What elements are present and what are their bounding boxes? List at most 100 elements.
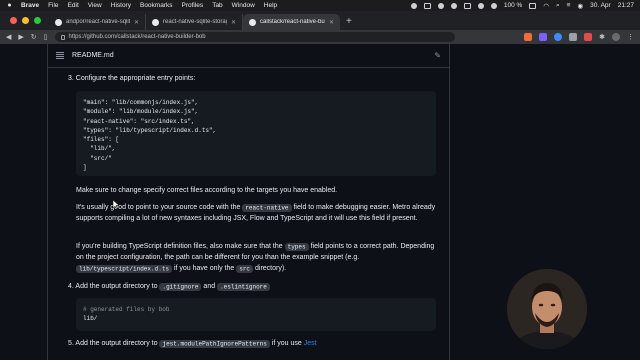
inline-code: jest.modulePathIgnorePatterns	[159, 339, 270, 348]
inline-code: react-native	[242, 203, 292, 212]
inline-code: types	[284, 242, 309, 251]
menu-window[interactable]: Window	[232, 2, 255, 9]
menu-edit[interactable]: Edit	[68, 2, 79, 9]
brave-rewards-icon[interactable]	[539, 33, 548, 41]
zoom-window-icon[interactable]	[34, 17, 41, 24]
menu-profiles[interactable]: Profiles	[182, 2, 204, 9]
text-run: It's usually good to point to your sourc…	[76, 204, 243, 211]
github-icon	[55, 18, 62, 26]
status-item-icon[interactable]	[463, 2, 471, 9]
extension-icon[interactable]	[569, 33, 578, 41]
text-run: if you have only the	[172, 265, 237, 272]
text-run: directory).	[253, 265, 287, 272]
lock-icon[interactable]	[60, 34, 65, 40]
step-text: Configure the appropriate entry points:	[75, 75, 196, 82]
outline-list-icon[interactable]	[56, 51, 64, 60]
text-run: If you're building TypeScript definition…	[76, 243, 285, 250]
menu-bookmarks[interactable]: Bookmarks	[140, 2, 173, 9]
profile-avatar[interactable]	[612, 33, 620, 41]
menu-brave[interactable]: Brave	[21, 2, 39, 9]
forward-icon[interactable]: ▶	[18, 33, 23, 41]
menu-kebab-icon[interactable]: ⋮	[627, 33, 634, 41]
wifi-icon[interactable]: ◠	[543, 2, 549, 10]
step-number: 3.	[68, 75, 74, 82]
github-icon	[249, 18, 256, 26]
close-tab-icon[interactable]: ✕	[231, 19, 236, 26]
inline-code: .gitignore	[159, 282, 202, 291]
new-tab-button[interactable]: +	[340, 16, 358, 30]
tab-builder-bob[interactable]: callstack/react-native-builder-b ✕	[243, 14, 340, 30]
reload-icon[interactable]: ↻	[31, 33, 37, 41]
browser-toolbar: ◀ ▶ ↻ ▯ https://github.com/callstack/rea…	[0, 30, 640, 44]
address-bar[interactable]: https://github.com/callstack/react-nativ…	[54, 32, 455, 42]
inline-code: src	[236, 264, 254, 273]
back-icon[interactable]: ◀	[6, 33, 11, 41]
code-line: lib/	[83, 315, 98, 323]
apple-icon[interactable]: ●	[6, 2, 13, 9]
text-run: and	[201, 283, 218, 290]
gitignore-code-block[interactable]: # generated files by bob lib/	[76, 298, 436, 331]
menu-bar-status-area: 100 % ◠ ⌕ ≡ ◉ 30. Apr 21:27	[410, 2, 634, 10]
tab-label: callstack/react-native-builder-b	[260, 19, 325, 25]
inline-code: lib/typescript/index.d.ts	[76, 264, 173, 273]
jest-link[interactable]: Jest	[304, 340, 317, 347]
readme-title: README.md	[72, 52, 114, 59]
extension-icon[interactable]	[584, 33, 593, 41]
close-tab-icon[interactable]: ✕	[329, 19, 334, 26]
code-comment: # generated files by bob	[83, 306, 170, 313]
tab-sqlite-storage-2[interactable]: react-native-sqlite-storage/sqlite ✕	[146, 14, 243, 30]
status-item-icon[interactable]	[450, 2, 457, 9]
status-item-icon[interactable]	[437, 2, 444, 9]
menu-view[interactable]: View	[88, 2, 102, 9]
menu-file[interactable]: File	[48, 2, 58, 9]
menu-tab[interactable]: Tab	[212, 2, 222, 9]
extension-icon[interactable]	[554, 33, 563, 41]
step-5: 5. Add the output directory to jest.modu…	[68, 338, 317, 349]
step-number: 5.	[68, 340, 74, 347]
paragraph-correct-files: Make sure to change specify correct file…	[76, 187, 338, 194]
step-3: 3. Configure the appropriate entry point…	[68, 73, 195, 84]
tab-label: andpor/react-native-sqlite-storag	[66, 19, 130, 25]
paragraph-typescript-types: If you're building TypeScript definition…	[76, 241, 444, 274]
siri-icon[interactable]: ◉	[577, 2, 583, 10]
battery-percent[interactable]: 100 %	[504, 2, 522, 9]
bookmark-icon[interactable]: ▯	[44, 33, 48, 41]
presenter-face-image	[507, 269, 587, 349]
menu-history[interactable]: History	[111, 2, 131, 9]
puzzle-extensions-icon[interactable]: ✱	[599, 33, 605, 41]
text-run: if you use	[269, 340, 304, 347]
brave-shields-icon[interactable]	[524, 33, 533, 41]
inline-code: .eslintignore	[217, 282, 270, 291]
edit-pencil-icon[interactable]: ✎	[434, 51, 441, 60]
entry-points-code-block[interactable]: "main": "lib/commonjs/index.js", "module…	[76, 91, 436, 176]
paragraph-react-native-field: It's usually good to point to your sourc…	[76, 202, 444, 224]
status-item-icon[interactable]	[410, 2, 417, 9]
readme-header: README.md ✎	[48, 44, 449, 68]
search-icon[interactable]: ⌕	[556, 2, 560, 10]
close-tab-icon[interactable]: ✕	[134, 19, 139, 26]
battery-icon[interactable]	[529, 2, 537, 9]
text-run: Add the output directory to	[75, 340, 160, 347]
minimize-window-icon[interactable]	[22, 17, 29, 24]
browser-tab-bar: andpor/react-native-sqlite-storag ✕ reac…	[0, 11, 640, 30]
macos-menu-bar: ● Brave File Edit View History Bookmarks…	[0, 0, 640, 11]
toolbar-extensions: ✱ ⋮	[524, 33, 634, 41]
tab-sqlite-storage-1[interactable]: andpor/react-native-sqlite-storag ✕	[49, 14, 146, 30]
menu-help[interactable]: Help	[264, 2, 277, 9]
step-number: 4.	[68, 283, 74, 290]
control-center-icon[interactable]: ≡	[567, 2, 571, 9]
display-icon[interactable]	[423, 2, 431, 9]
menu-date[interactable]: 30. Apr	[590, 2, 611, 9]
url-text[interactable]: https://github.com/callstack/react-nativ…	[69, 34, 206, 40]
webcam-overlay	[507, 269, 587, 349]
step-4: 4. Add the output directory to .gitignor…	[68, 281, 270, 292]
menu-time[interactable]: 21:27	[618, 2, 634, 9]
github-icon	[152, 18, 159, 26]
window-controls	[0, 17, 49, 30]
status-item-icon[interactable]	[490, 2, 497, 9]
tab-label: react-native-sqlite-storage/sqlite	[163, 19, 227, 25]
status-item-icon[interactable]	[477, 2, 484, 9]
mouse-cursor-icon	[113, 200, 119, 209]
text-run: Add the output directory to	[75, 283, 160, 290]
close-window-icon[interactable]	[10, 17, 17, 24]
